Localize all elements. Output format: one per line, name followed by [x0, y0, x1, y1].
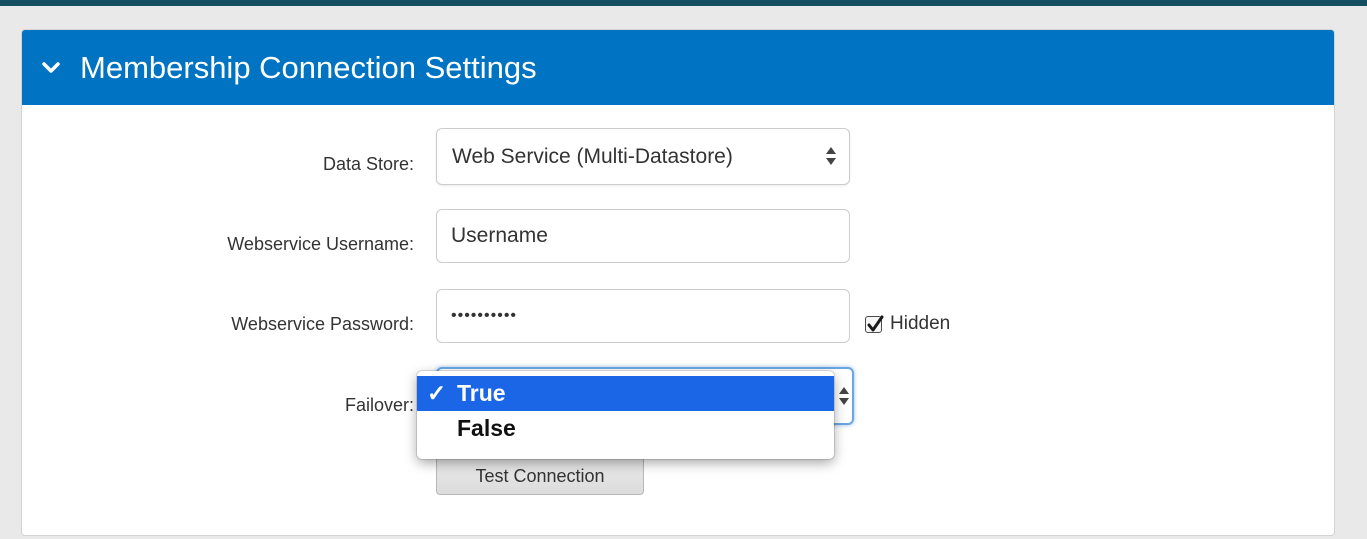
password-input[interactable] [436, 289, 850, 343]
hidden-checkbox[interactable] [865, 315, 884, 333]
username-input[interactable] [436, 209, 850, 263]
checkmark-icon [867, 315, 884, 331]
chevron-down-icon [42, 61, 60, 73]
username-label: Webservice Username: [227, 234, 414, 254]
hidden-label: Hidden [890, 313, 951, 334]
hidden-toggle[interactable]: Hidden [865, 313, 950, 335]
failover-label: Failover: [344, 395, 414, 415]
panel-header[interactable]: Membership Connection Settings [22, 30, 1334, 105]
failover-dropdown-menu: ✓ True False [417, 371, 834, 459]
select-arrows-icon [826, 147, 836, 165]
data-store-select[interactable]: Web Service (Multi-Datastore) [436, 128, 850, 185]
selected-check-icon: ✓ [427, 380, 447, 406]
panel-title: Membership Connection Settings [80, 49, 537, 85]
data-store-value: Web Service (Multi-Datastore) [452, 144, 733, 168]
failover-option-true[interactable]: ✓ True [417, 376, 834, 411]
top-strip [0, 0, 1367, 6]
failover-option-false[interactable]: False [417, 411, 834, 446]
membership-settings-panel: Membership Connection Settings Data Stor… [21, 29, 1335, 536]
data-store-label: Data Store: [322, 154, 414, 174]
password-label: Webservice Password: [231, 314, 414, 334]
option-label: True [457, 380, 506, 406]
option-label: False [457, 415, 516, 441]
select-arrows-icon [839, 387, 849, 405]
